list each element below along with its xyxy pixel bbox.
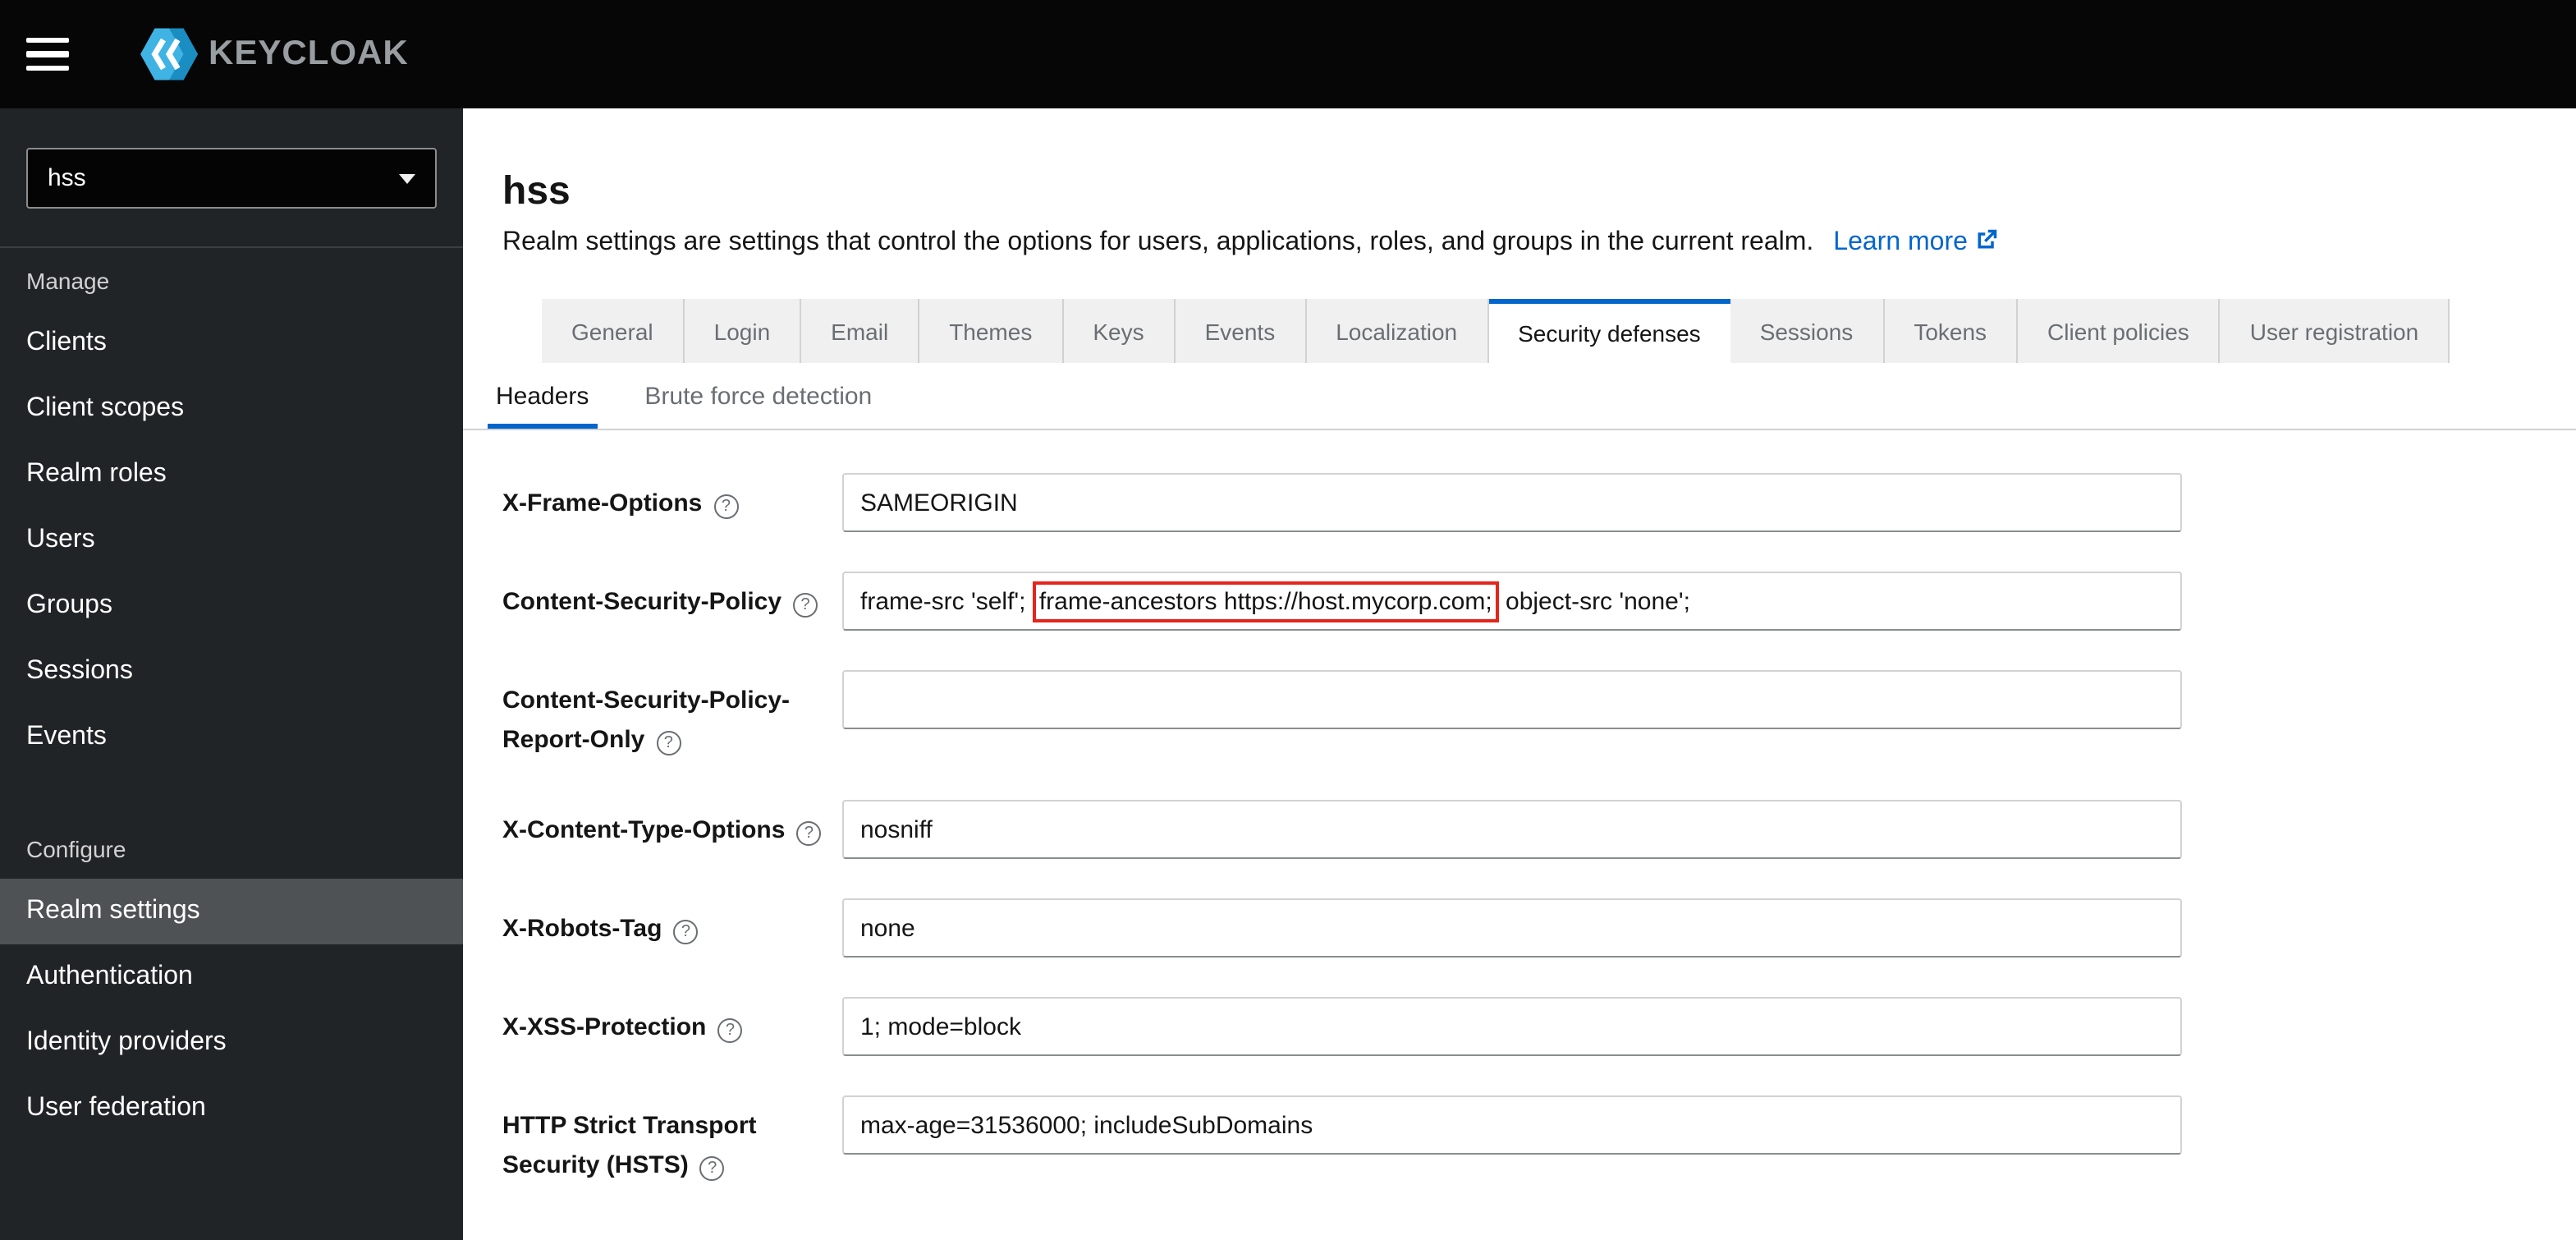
help-icon[interactable]: ? <box>673 920 699 944</box>
field-label: Content-Security-Policy? <box>502 572 827 622</box>
sidebar-item-authentication[interactable]: Authentication <box>0 944 463 1010</box>
sidebar-item-users[interactable]: Users <box>0 507 463 573</box>
nav-section-configure: Configure Realm settings Authentication … <box>0 816 463 1141</box>
csp-value-before: frame-src 'self'; <box>860 587 1033 615</box>
form-row-x-frame-options: X-Frame-Options? <box>502 473 2537 532</box>
help-icon[interactable]: ? <box>717 1018 743 1043</box>
field-label: X-Robots-Tag? <box>502 898 827 949</box>
sidebar-item-realm-roles[interactable]: Realm roles <box>0 442 463 507</box>
tab-themes[interactable]: Themes <box>919 299 1064 363</box>
chevron-down-icon <box>399 173 415 183</box>
hsts-input[interactable] <box>842 1095 2182 1155</box>
tab-login[interactable]: Login <box>684 299 802 363</box>
form-row-csp-report-only: Content-Security-Policy-Report-Only? <box>502 670 2537 760</box>
learn-more-link[interactable]: Learn more <box>1833 228 1999 256</box>
form-row-hsts: HTTP Strict Transport Security (HSTS)? <box>502 1095 2537 1186</box>
field-label: X-XSS-Protection? <box>502 997 827 1048</box>
menu-icon[interactable] <box>26 21 92 87</box>
sidebar: hss Manage Clients Client scopes Realm r… <box>0 108 463 1240</box>
realm-selector-value: hss <box>48 164 86 192</box>
page-title: hss <box>502 169 571 214</box>
tab-user-registration[interactable]: User registration <box>2220 299 2450 363</box>
x-frame-options-input[interactable] <box>842 473 2182 532</box>
field-label: X-Frame-Options? <box>502 473 827 524</box>
help-icon[interactable]: ? <box>699 1156 725 1181</box>
security-defenses-subtabs: Headers Brute force detection <box>463 363 2576 430</box>
field-label: X-Content-Type-Options? <box>502 800 827 851</box>
realm-settings-tabs: General Login Email Themes Keys Events L… <box>542 299 2576 363</box>
csp-value-after: object-src 'none'; <box>1498 587 1690 615</box>
nav-group-label: Configure <box>26 836 126 862</box>
realm-selector-container: hss <box>0 108 463 248</box>
nav-section-manage: Manage Clients Client scopes Realm roles… <box>0 248 463 770</box>
form-row-x-robots-tag: X-Robots-Tag? <box>502 898 2537 958</box>
page-description: Realm settings are settings that control… <box>502 228 1814 256</box>
help-icon[interactable]: ? <box>796 821 822 846</box>
tab-tokens[interactable]: Tokens <box>1884 299 2019 363</box>
tab-events[interactable]: Events <box>1175 299 1307 363</box>
sidebar-item-client-scopes[interactable]: Client scopes <box>0 376 463 442</box>
page-description-row: Realm settings are settings that control… <box>502 223 2537 263</box>
sidebar-item-user-federation[interactable]: User federation <box>0 1076 463 1141</box>
tab-localization[interactable]: Localization <box>1306 299 1489 363</box>
sidebar-item-sessions[interactable]: Sessions <box>0 639 463 705</box>
headers-form: X-Frame-Options? Content-Security-Policy… <box>463 430 2576 1240</box>
field-label: Content-Security-Policy-Report-Only? <box>502 687 791 755</box>
tab-keys[interactable]: Keys <box>1063 299 1176 363</box>
tab-security-defenses[interactable]: Security defenses <box>1488 299 1730 363</box>
csp-report-only-input[interactable] <box>842 670 2182 729</box>
x-robots-tag-input[interactable] <box>842 898 2182 958</box>
keycloak-admin-console: KEYCLOAK hss Manage Clients Client scope… <box>0 0 2576 1240</box>
brand-text: KEYCLOAK <box>209 34 409 72</box>
page-header: hss Realm settings are settings that con… <box>463 108 2576 263</box>
csp-highlight-annotation: frame-ancestors https://host.mycorp.com; <box>1032 581 1499 622</box>
x-content-type-options-input[interactable] <box>842 800 2182 859</box>
help-icon[interactable]: ? <box>656 731 681 755</box>
form-row-x-xss-protection: X-XSS-Protection? <box>502 997 2537 1056</box>
sidebar-item-realm-settings[interactable]: Realm settings <box>0 879 463 944</box>
tab-client-policies[interactable]: Client policies <box>2018 299 2221 363</box>
form-row-x-content-type-options: X-Content-Type-Options? <box>502 800 2537 859</box>
external-link-icon <box>1978 229 1998 249</box>
keycloak-brand[interactable]: KEYCLOAK <box>135 20 409 89</box>
tab-email[interactable]: Email <box>801 299 920 363</box>
masthead: KEYCLOAK <box>0 0 2576 108</box>
form-row-content-security-policy: Content-Security-Policy? frame-src 'self… <box>502 572 2537 631</box>
main-content: hss Realm settings are settings that con… <box>463 108 2576 1240</box>
content-security-policy-input[interactable]: frame-src 'self'; frame-ancestors https:… <box>842 572 2182 631</box>
help-icon[interactable]: ? <box>713 494 739 519</box>
sidebar-item-events[interactable]: Events <box>0 705 463 770</box>
field-label: HTTP Strict Transport Security (HSTS)? <box>502 1112 757 1181</box>
subtab-headers[interactable]: Headers <box>488 363 597 429</box>
nav-group-label: Manage <box>26 268 110 294</box>
subtab-brute-force-detection[interactable]: Brute force detection <box>636 363 880 429</box>
help-icon[interactable]: ? <box>793 593 818 618</box>
keycloak-logo-icon <box>140 28 198 80</box>
sidebar-item-groups[interactable]: Groups <box>0 573 463 639</box>
tab-sessions[interactable]: Sessions <box>1730 299 1885 363</box>
tab-general[interactable]: General <box>542 299 685 363</box>
sidebar-item-clients[interactable]: Clients <box>0 310 463 376</box>
x-xss-protection-input[interactable] <box>842 997 2182 1056</box>
realm-selector[interactable]: hss <box>26 148 437 209</box>
sidebar-item-identity-providers[interactable]: Identity providers <box>0 1010 463 1076</box>
